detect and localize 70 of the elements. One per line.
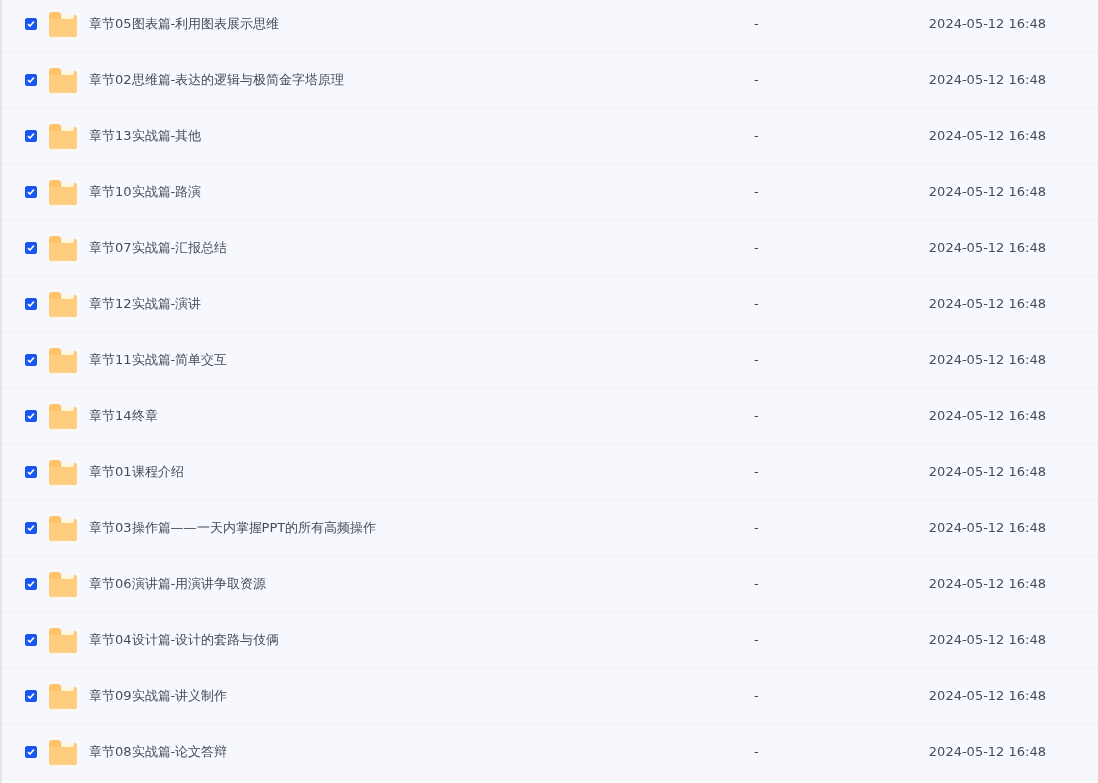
modified-date: 2024-05-12 16:48: [927, 16, 1046, 31]
file-size: -: [753, 744, 760, 759]
file-size: -: [753, 296, 760, 311]
file-name[interactable]: 章节14终章: [89, 406, 732, 425]
file-size: -: [753, 16, 760, 31]
checkbox[interactable]: [25, 577, 37, 590]
folder-icon: [49, 234, 77, 261]
file-name[interactable]: 章节07实战篇-汇报总结: [89, 238, 732, 257]
checkbox[interactable]: [25, 745, 37, 758]
modified-date: 2024-05-12 16:48: [927, 184, 1046, 199]
checkbox[interactable]: [25, 353, 37, 366]
checkbox[interactable]: [25, 689, 37, 702]
modified-date: 2024-05-12 16:48: [927, 744, 1046, 759]
folder-icon: [49, 122, 77, 149]
folder-icon: [49, 626, 77, 653]
modified-date: 2024-05-12 16:48: [927, 408, 1046, 423]
checkbox[interactable]: [25, 185, 37, 198]
folder-icon: [49, 570, 77, 597]
file-name[interactable]: 章节06演讲篇-用演讲争取资源: [89, 574, 732, 593]
file-name[interactable]: 章节11实战篇-简单交互: [89, 350, 732, 369]
file-size: -: [753, 128, 760, 143]
file-size: -: [753, 408, 760, 423]
checkbox[interactable]: [25, 241, 37, 254]
checkbox[interactable]: [25, 73, 37, 86]
file-name[interactable]: 章节01课程介绍: [89, 462, 732, 481]
modified-date: 2024-05-12 16:48: [927, 688, 1046, 703]
checkbox[interactable]: [25, 521, 37, 534]
folder-icon: [49, 458, 77, 485]
file-size: -: [753, 72, 760, 87]
file-name[interactable]: 章节04设计篇-设计的套路与伎俩: [89, 630, 732, 649]
modified-date: 2024-05-12 16:48: [927, 576, 1046, 591]
file-name[interactable]: 章节13实战篇-其他: [89, 126, 732, 145]
file-size: -: [753, 464, 760, 479]
modified-date: 2024-05-12 16:48: [927, 352, 1046, 367]
modified-date: 2024-05-12 16:48: [927, 296, 1046, 311]
file-name[interactable]: 章节12实战篇-演讲: [89, 294, 732, 313]
checkbox[interactable]: [25, 297, 37, 310]
file-name[interactable]: 章节03操作篇——一天内掌握PPT的所有高频操作: [89, 518, 732, 537]
file-name[interactable]: 章节08实战篇-论文答辩: [89, 742, 732, 761]
folder-icon: [49, 10, 77, 37]
file-size: -: [753, 240, 760, 255]
modified-date: 2024-05-12 16:48: [927, 632, 1046, 647]
file-name[interactable]: 章节05图表篇-利用图表展示思维: [89, 14, 732, 33]
file-name[interactable]: 章节10实战篇-路演: [89, 182, 732, 201]
folder-icon: [49, 178, 77, 205]
folder-icon: [49, 346, 77, 373]
folder-icon: [49, 290, 77, 317]
file-size: -: [753, 520, 760, 535]
modified-date: 2024-05-12 16:48: [927, 72, 1046, 87]
folder-icon: [49, 402, 77, 429]
file-size: -: [753, 576, 760, 591]
modified-date: 2024-05-12 16:48: [927, 240, 1046, 255]
folder-icon: [49, 682, 77, 709]
folder-icon: [49, 66, 77, 93]
checkbox[interactable]: [25, 129, 37, 142]
file-name[interactable]: 章节02思维篇-表达的逻辑与极简金字塔原理: [89, 70, 732, 89]
folder-icon: [49, 514, 77, 541]
checkbox[interactable]: [25, 409, 37, 422]
folder-icon: [49, 738, 77, 765]
checkbox[interactable]: [25, 465, 37, 478]
modified-date: 2024-05-12 16:48: [927, 128, 1046, 143]
file-size: -: [753, 184, 760, 199]
file-size: -: [753, 688, 760, 703]
file-size: -: [753, 352, 760, 367]
checkbox[interactable]: [25, 633, 37, 646]
modified-date: 2024-05-12 16:48: [927, 520, 1046, 535]
checkbox[interactable]: [25, 17, 37, 30]
file-name[interactable]: 章节09实战篇-讲义制作: [89, 686, 732, 705]
modified-date: 2024-05-12 16:48: [927, 464, 1046, 479]
file-size: -: [753, 632, 760, 647]
